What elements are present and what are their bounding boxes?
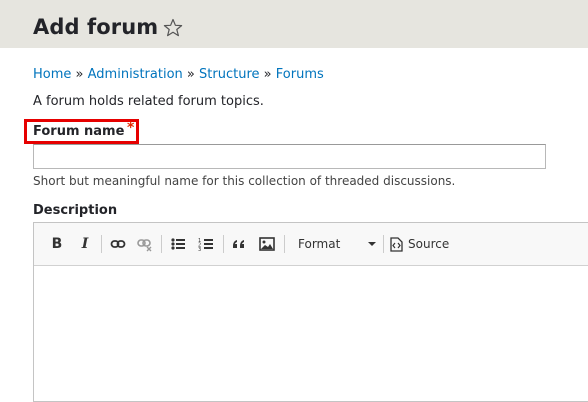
toolbar-divider xyxy=(383,235,384,253)
breadcrumb-separator: » xyxy=(186,67,195,82)
blockquote-icon[interactable] xyxy=(230,233,248,255)
toolbar-divider xyxy=(161,235,162,253)
star-icon[interactable] xyxy=(163,18,183,38)
format-dropdown[interactable]: Format xyxy=(294,233,376,255)
page-header: Add forum xyxy=(0,0,588,48)
svg-text:3: 3 xyxy=(198,247,201,252)
breadcrumb-structure[interactable]: Structure xyxy=(199,67,259,82)
forum-name-help: Short but meaningful name for this colle… xyxy=(33,174,456,188)
editor-content-area[interactable] xyxy=(34,266,588,401)
forum-name-label: Forum name xyxy=(33,124,125,139)
breadcrumb-separator: » xyxy=(75,67,84,82)
breadcrumb-administration[interactable]: Administration xyxy=(88,67,183,82)
numbered-list-icon[interactable]: 1 2 3 xyxy=(197,233,215,255)
unlink-icon[interactable] xyxy=(136,233,154,255)
toolbar-divider xyxy=(101,235,102,253)
page-title: Add forum xyxy=(33,15,159,39)
breadcrumb-forums[interactable]: Forums xyxy=(276,67,324,82)
toolbar-divider xyxy=(223,235,224,253)
bulleted-list-icon[interactable] xyxy=(169,233,187,255)
description-editor: B I 1 2 3 Format Source xyxy=(33,222,588,402)
link-icon[interactable] xyxy=(109,233,127,255)
breadcrumb: Home » Administration » Structure » Foru… xyxy=(33,67,324,83)
image-icon[interactable] xyxy=(258,233,276,255)
source-label: Source xyxy=(408,237,450,251)
source-icon xyxy=(390,236,403,252)
format-label: Format xyxy=(298,237,341,251)
breadcrumb-separator: » xyxy=(263,67,272,82)
forum-name-input[interactable] xyxy=(33,144,546,169)
chevron-down-icon xyxy=(368,242,376,246)
breadcrumb-home[interactable]: Home xyxy=(33,67,71,82)
bold-icon[interactable]: B xyxy=(49,233,65,255)
source-button[interactable]: Source xyxy=(390,233,449,255)
editor-toolbar: B I 1 2 3 Format Source xyxy=(34,223,588,266)
toolbar-divider xyxy=(284,235,285,253)
required-marker: * xyxy=(127,120,135,136)
italic-icon[interactable]: I xyxy=(77,233,93,255)
description-label: Description xyxy=(33,203,118,218)
page-description: A forum holds related forum topics. xyxy=(33,94,264,109)
